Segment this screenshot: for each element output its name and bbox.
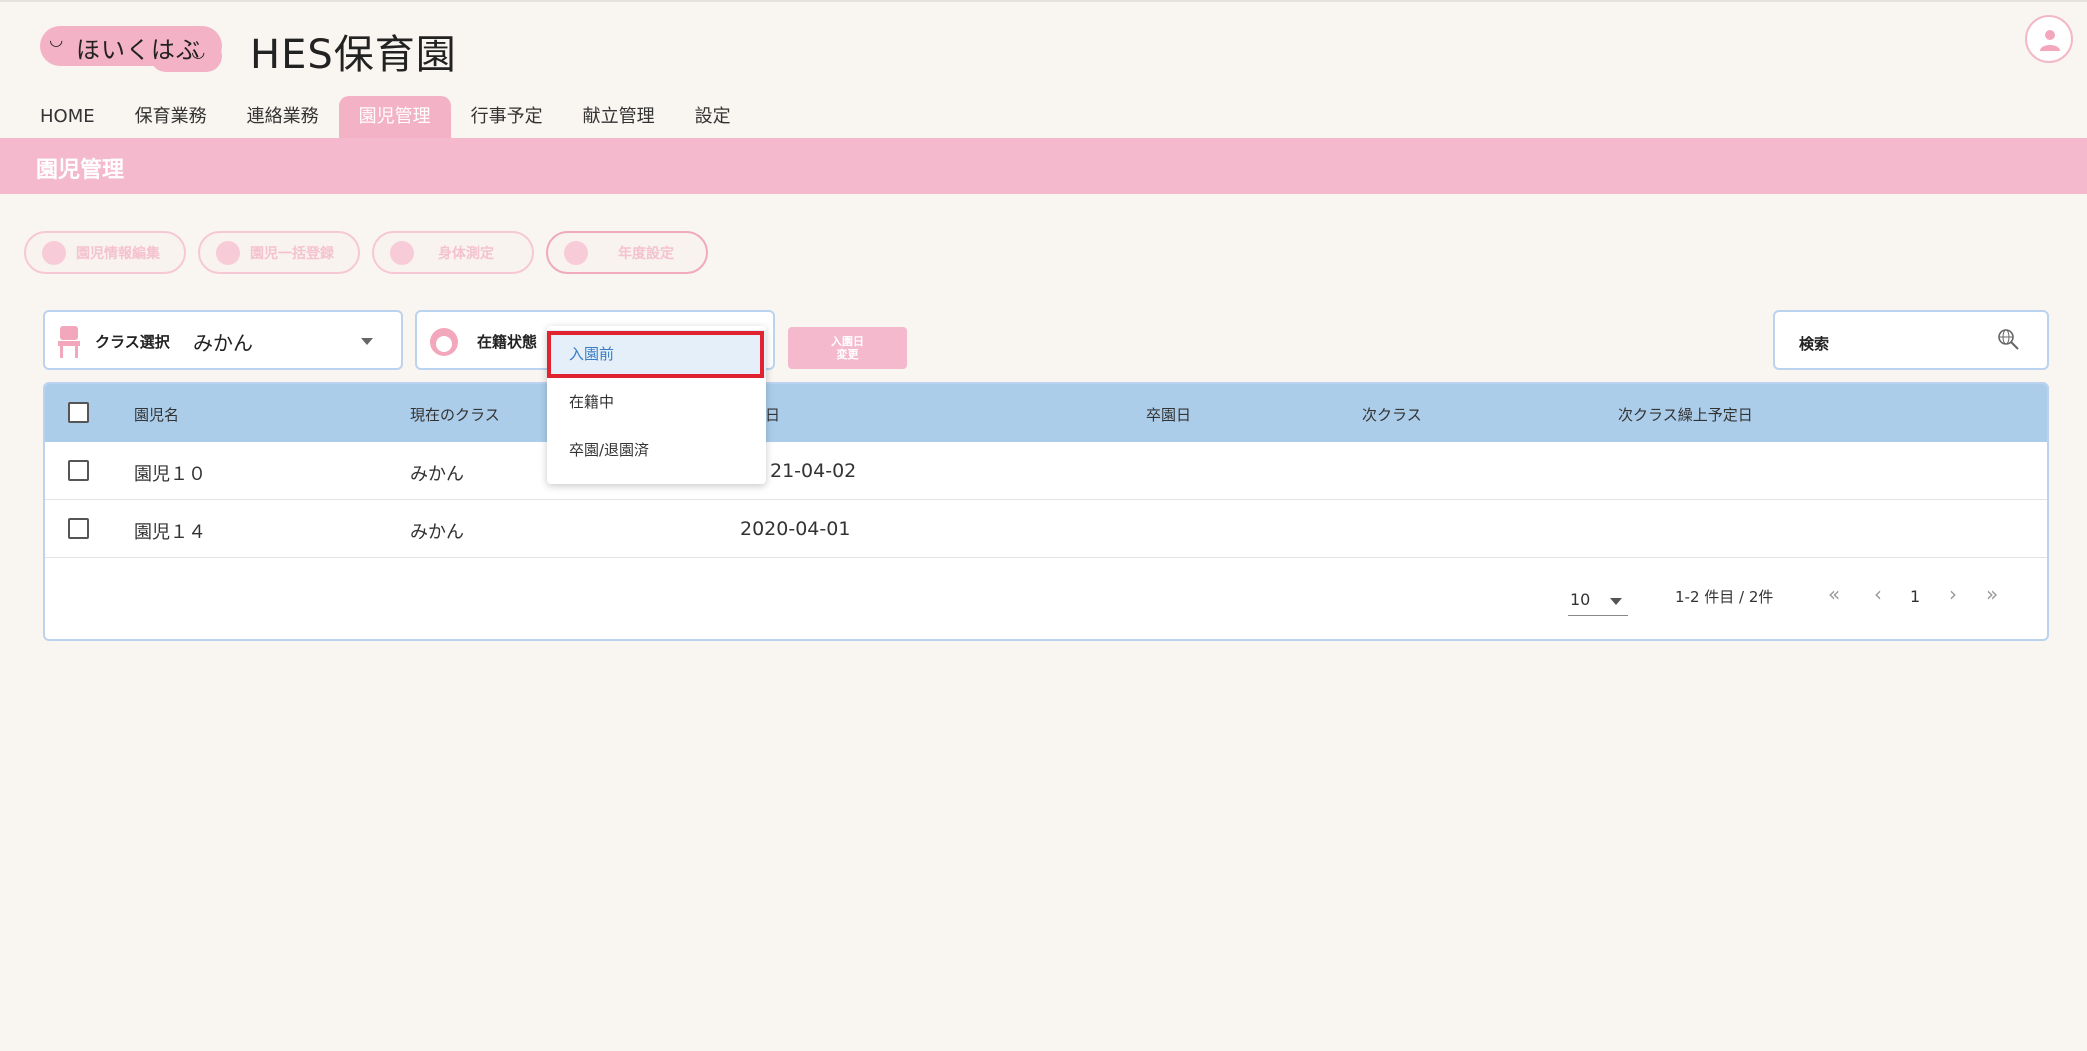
child-name: 園児１４ bbox=[134, 522, 206, 543]
edit-child-info-label: 園児情報編集 bbox=[76, 245, 160, 262]
pager-range: 1-2 件目 / 2件 bbox=[1675, 588, 1774, 606]
top-border bbox=[0, 0, 2087, 2]
table-row[interactable]: 園児１４ みかん 2020-04-01 bbox=[45, 500, 2047, 558]
year-settings-label: 年度設定 bbox=[618, 245, 674, 262]
child-icon bbox=[430, 328, 458, 356]
enroll-date-change-line1: 入園日 bbox=[831, 335, 864, 348]
search-label: 検索 bbox=[1799, 335, 1830, 353]
chevron-down-icon bbox=[361, 338, 373, 345]
nav-home[interactable]: HOME bbox=[20, 96, 115, 138]
status-option-pre-enroll[interactable]: 入園前 bbox=[547, 330, 766, 378]
status-option-graduated[interactable]: 卒園/退園済 bbox=[547, 426, 766, 474]
nav-settings[interactable]: 設定 bbox=[675, 96, 751, 138]
col-next-class: 次クラス bbox=[1362, 406, 1422, 424]
chair-icon bbox=[58, 326, 80, 358]
body-measure-button[interactable]: 身体測定 bbox=[372, 231, 534, 274]
table-header: 園児名 現在のクラス 日 卒園日 次クラス 次クラス繰上予定日 bbox=[45, 384, 2047, 442]
site-title: HES保育園 bbox=[250, 32, 457, 78]
logo-face-left: ◡ bbox=[50, 30, 63, 49]
chevron-down-icon bbox=[1610, 598, 1622, 605]
star-icon bbox=[564, 240, 588, 265]
current-page[interactable]: 1 bbox=[1910, 587, 1920, 606]
col-next-class-date: 次クラス繰上予定日 bbox=[1618, 406, 1753, 424]
page-title: 園児管理 bbox=[36, 158, 125, 183]
col-grad-date: 卒園日 bbox=[1146, 406, 1192, 424]
status-option-enrolled[interactable]: 在籍中 bbox=[547, 378, 766, 426]
first-page-icon[interactable]: « bbox=[1828, 582, 1840, 606]
child-class: みかん bbox=[410, 522, 464, 543]
last-page-icon[interactable]: » bbox=[1986, 582, 1998, 606]
main-nav: HOME 保育業務 連絡業務 園児管理 行事予定 献立管理 設定 bbox=[20, 96, 751, 138]
class-select-label: クラス選択 bbox=[95, 333, 170, 351]
status-dropdown-menu: 入園前 在籍中 卒園/退園済 bbox=[547, 326, 766, 484]
col-name: 園児名 bbox=[134, 406, 180, 424]
row-checkbox[interactable] bbox=[68, 518, 89, 539]
nav-contact[interactable]: 連絡業務 bbox=[227, 96, 339, 138]
select-all-checkbox[interactable] bbox=[68, 402, 89, 423]
status-select-label: 在籍状態 bbox=[477, 333, 538, 351]
edit-child-info-button[interactable]: 園児情報編集 bbox=[24, 231, 186, 274]
logo-text: ほいくはぶ bbox=[76, 36, 201, 64]
child-name: 園児１０ bbox=[134, 464, 206, 485]
page-size-select[interactable]: 10 bbox=[1568, 586, 1628, 616]
bulk-register-label: 園児一括登録 bbox=[250, 245, 334, 262]
logo[interactable]: ◡ ほいくはぶ ◡ bbox=[40, 24, 222, 72]
measure-icon bbox=[390, 240, 414, 265]
group-icon bbox=[216, 240, 240, 265]
table-row[interactable]: 園児１０ みかん 21-04-02 bbox=[45, 442, 2047, 500]
next-page-icon[interactable]: › bbox=[1949, 582, 1957, 606]
year-settings-button[interactable]: 年度設定 bbox=[546, 231, 708, 274]
page-size-value: 10 bbox=[1570, 590, 1591, 609]
logo-face-right: ◡ bbox=[192, 42, 205, 61]
nav-childcare[interactable]: 保育業務 bbox=[115, 96, 227, 138]
user-avatar-button[interactable] bbox=[2025, 15, 2073, 63]
col-enroll-date: 日 bbox=[765, 406, 781, 424]
search-box[interactable]: 検索 bbox=[1773, 310, 2049, 370]
nav-children[interactable]: 園児管理 bbox=[338, 96, 451, 138]
child-icon bbox=[42, 240, 66, 265]
page-title-bar: 園児管理 bbox=[0, 138, 2087, 194]
child-class: みかん bbox=[410, 464, 464, 485]
enroll-date: 2020-04-01 bbox=[740, 518, 851, 540]
enroll-date-change-button[interactable]: 入園日 変更 bbox=[788, 327, 907, 369]
nav-menu[interactable]: 献立管理 bbox=[563, 96, 675, 138]
col-current-class: 現在のクラス bbox=[410, 406, 500, 424]
enroll-date: 21-04-02 bbox=[770, 460, 857, 482]
search-icon[interactable] bbox=[1997, 328, 2021, 352]
enroll-date-change-line2: 変更 bbox=[836, 348, 859, 361]
body-measure-label: 身体測定 bbox=[438, 245, 494, 262]
row-checkbox[interactable] bbox=[68, 460, 89, 481]
prev-page-icon[interactable]: ‹ bbox=[1874, 582, 1882, 606]
nav-events[interactable]: 行事予定 bbox=[451, 96, 563, 138]
class-select-value: みかん bbox=[193, 331, 253, 355]
user-icon bbox=[2040, 30, 2060, 51]
class-select[interactable]: クラス選択 みかん bbox=[43, 310, 403, 370]
children-table: 園児名 現在のクラス 日 卒園日 次クラス 次クラス繰上予定日 園児１０ みかん… bbox=[43, 382, 2049, 641]
bulk-register-button[interactable]: 園児一括登録 bbox=[198, 231, 360, 274]
